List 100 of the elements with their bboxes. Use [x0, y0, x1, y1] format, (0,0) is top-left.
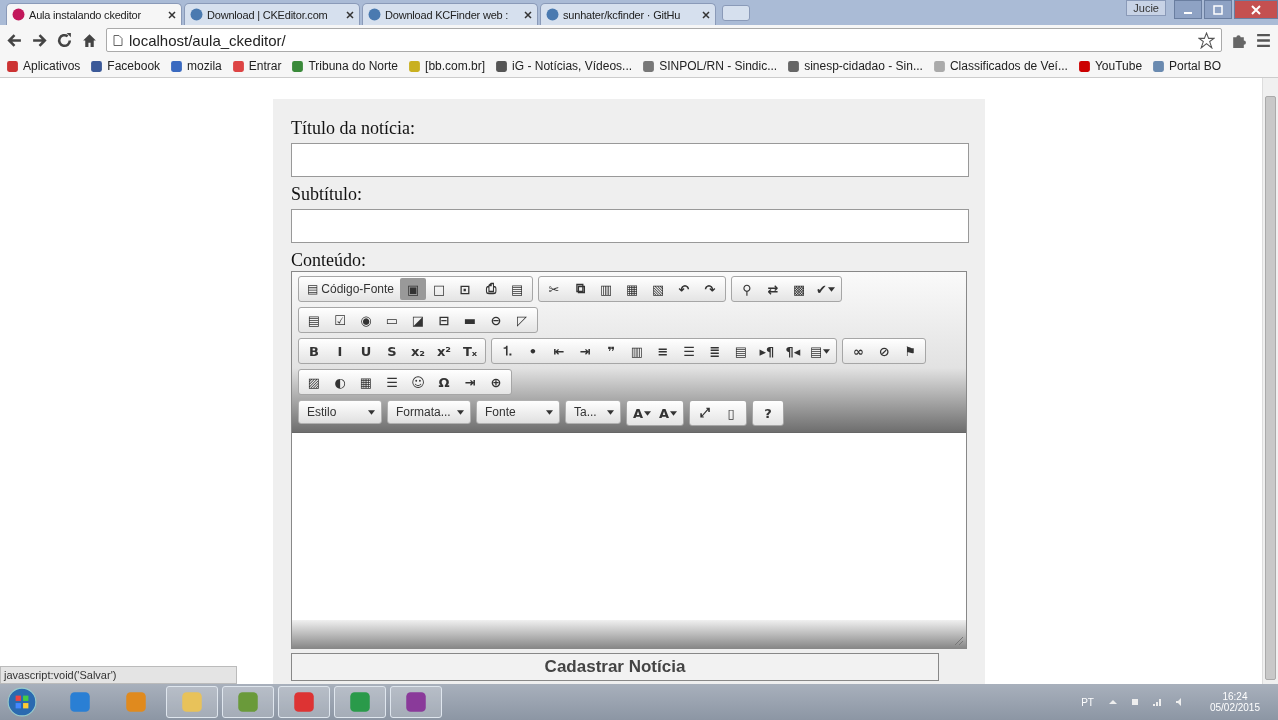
taskbar-button[interactable] [334, 686, 386, 718]
toolbar-button[interactable]: ▤ [301, 309, 327, 331]
speaker-icon[interactable] [1173, 697, 1184, 707]
toolbar-button[interactable]: ⊡ [452, 278, 479, 300]
combo-box[interactable]: Fonte [476, 400, 560, 424]
toolbar-button[interactable]: ⒈ [494, 340, 520, 362]
toolbar-button[interactable]: ▥ [624, 340, 650, 362]
bookmark[interactable]: Classificados de Veí... [932, 59, 1068, 73]
toolbar-button[interactable]: S [379, 340, 405, 362]
browser-tab[interactable]: Download KCFinder web : [362, 3, 538, 25]
bookmark[interactable]: Portal BO [1152, 59, 1222, 73]
resize-grip-icon[interactable] [954, 636, 964, 646]
toolbar-button[interactable]: ⊕ [483, 371, 509, 393]
profile-button[interactable]: Jucie [1126, 0, 1166, 16]
caret-icon[interactable] [1107, 697, 1118, 707]
new-tab-button[interactable] [722, 5, 750, 21]
bookmark[interactable]: iG - Notícias, Vídeos... [495, 59, 633, 73]
toolbar-button[interactable]: ▭ [379, 309, 405, 331]
toolbar-button[interactable]: ▧ [645, 278, 672, 300]
bookmark[interactable]: SINPOL/RN - Sindic... [642, 59, 778, 73]
toolbar-button[interactable]: ≣ [702, 340, 728, 362]
toolbar-button[interactable]: x² [431, 340, 457, 362]
taskbar-button[interactable] [222, 686, 274, 718]
toolbar-button[interactable]: ☺ [405, 371, 431, 393]
close-icon[interactable] [524, 10, 532, 19]
toolbar-button[interactable]: ⚑ [897, 340, 924, 362]
toolbar-button[interactable]: ⇄ [760, 278, 787, 300]
toolbar-button[interactable]: ▦ [619, 278, 646, 300]
toolbar-button[interactable]: ☰ [676, 340, 702, 362]
toolbar-button[interactable]: ▨ [301, 371, 327, 393]
close-button[interactable] [1234, 0, 1278, 19]
browser-tab[interactable]: sunhater/kcfinder · GitHu [540, 3, 716, 25]
toolbar-button[interactable]: U [353, 340, 379, 362]
reload-icon[interactable] [56, 31, 73, 49]
toolbar-button[interactable]: ✂ [541, 278, 568, 300]
combo-box[interactable]: Ta... [565, 400, 621, 424]
minimize-button[interactable] [1174, 0, 1202, 19]
bookmark[interactable]: YouTube [1077, 59, 1143, 73]
toolbar-button[interactable]: B [301, 340, 327, 362]
browser-tab[interactable]: Download | CKEditor.com [184, 3, 360, 25]
toolbar-button[interactable]: Tₓ [457, 340, 483, 362]
toolbar-button[interactable]: ☑ [327, 309, 353, 331]
toolbar-button[interactable]: ⇤ [546, 340, 572, 362]
toolbar-button[interactable]: ▣ [400, 278, 427, 300]
toolbar-button[interactable]: ⊘ [871, 340, 898, 362]
taskbar-button[interactable] [278, 686, 330, 718]
network-icon[interactable] [1129, 697, 1140, 707]
toolbar-dropdown[interactable]: A [629, 402, 656, 424]
toolbar-button[interactable]: ⊟ [431, 309, 457, 331]
toolbar-button[interactable]: ▤ [504, 278, 531, 300]
close-icon[interactable] [346, 10, 354, 19]
signal-icon[interactable] [1151, 697, 1162, 707]
address-bar[interactable]: localhost/aula_ckeditor/ [106, 28, 1222, 52]
toolbar-button[interactable]: ¶◂ [780, 340, 806, 362]
bookmark[interactable]: [bb.com.br] [408, 59, 486, 73]
scrollbar[interactable] [1262, 78, 1278, 684]
toolbar-button[interactable]: I [327, 340, 353, 362]
close-icon[interactable] [702, 10, 710, 19]
toolbar-button[interactable]: ⎙ [478, 278, 505, 300]
home-icon[interactable] [81, 31, 98, 49]
start-button[interactable] [6, 686, 38, 718]
toolbar-button[interactable]: ◐ [327, 371, 353, 393]
toolbar-dropdown[interactable]: A [655, 402, 682, 424]
toolbar-button[interactable]: ◪ [405, 309, 431, 331]
toolbar-button[interactable]: ▦ [353, 371, 379, 393]
toolbar-button[interactable]: ≡ [650, 340, 676, 362]
toolbar-button[interactable]: ↶ [671, 278, 698, 300]
toolbar-button[interactable]: ⧉ [567, 278, 594, 300]
toolbar-button[interactable]: ⇥ [457, 371, 483, 393]
browser-tab[interactable]: Aula instalando ckeditor [6, 3, 182, 25]
toolbar-button[interactable]: ◉ [353, 309, 379, 331]
toolbar-button[interactable]: ∞ [845, 340, 872, 362]
toolbar-button[interactable]: ▩ [786, 278, 813, 300]
menu-icon[interactable] [1255, 31, 1272, 49]
toolbar-button[interactable]: ▯ [718, 402, 745, 424]
toolbar-dropdown[interactable]: ✔ [812, 278, 839, 300]
text-field[interactable] [291, 209, 969, 243]
forward-icon[interactable] [31, 31, 48, 49]
combo-box[interactable]: Formata... [387, 400, 471, 424]
text-field[interactable] [291, 143, 969, 177]
bookmark[interactable]: Aplicativos [6, 59, 81, 73]
toolbar-button[interactable]: ▤ [728, 340, 754, 362]
toolbar-button[interactable]: ⇥ [572, 340, 598, 362]
toolbar-button[interactable]: ☰ [379, 371, 405, 393]
source-button[interactable]: ▤ Código-Fonte [301, 278, 401, 300]
toolbar-button[interactable]: ❞ [598, 340, 624, 362]
close-icon[interactable] [168, 10, 176, 19]
toolbar-dropdown[interactable]: ▤ [806, 340, 835, 362]
bookmark[interactable]: Entrar [231, 59, 282, 73]
toolbar-button[interactable]: x₂ [405, 340, 431, 362]
back-icon[interactable] [6, 31, 23, 49]
bookmark[interactable]: Facebook [90, 59, 161, 73]
bookmark[interactable]: sinesp-cidadao - Sin... [787, 59, 923, 73]
maximize-button[interactable] [1204, 0, 1232, 19]
star-icon[interactable] [1198, 31, 1215, 49]
toolbar-button[interactable]: ↷ [697, 278, 724, 300]
toolbar-button[interactable]: ⚲ [734, 278, 761, 300]
toolbar-button[interactable]: ▸¶ [754, 340, 780, 362]
toolbar-button[interactable]: ⊖ [483, 309, 509, 331]
toolbar-button[interactable]: ⤢ [692, 402, 719, 424]
